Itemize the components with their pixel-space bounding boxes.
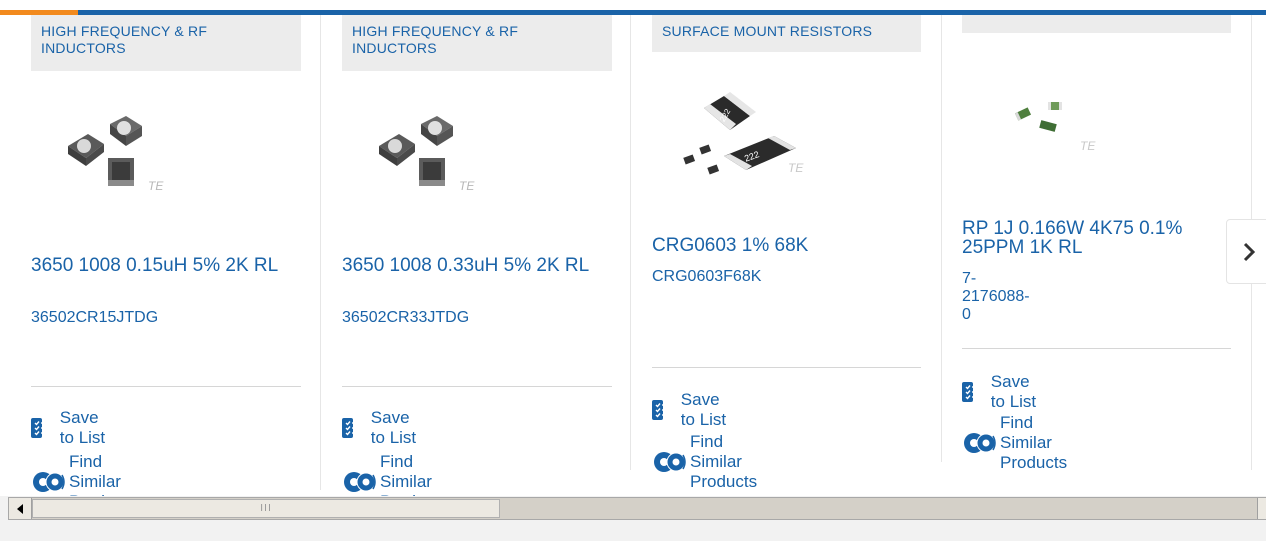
save-to-list-button[interactable]: Save to List <box>342 408 419 448</box>
find-similar-products-button[interactable]: Find Similar Products <box>342 452 447 496</box>
scroll-right-arrow-icon[interactable] <box>1257 498 1266 519</box>
find-similar-label: Find Similar Products <box>690 432 758 491</box>
save-to-list-button[interactable]: Save to List <box>652 390 729 430</box>
thin-film-resistor-product-photo[interactable]: TE <box>1010 96 1130 156</box>
card-separator <box>962 348 1231 349</box>
find-similar-label: Find Similar Products <box>69 452 136 496</box>
save-to-list-label: Save to List <box>990 372 1037 411</box>
gears-icon <box>652 448 686 476</box>
list-icon <box>342 418 358 438</box>
inductor-product-photo[interactable]: TE <box>60 110 200 200</box>
card-separator <box>342 386 612 387</box>
svg-text:TE: TE <box>148 179 164 193</box>
list-icon <box>962 382 978 402</box>
carousel-viewport: HIGH FREQUENCY & RF INDUCTORS TE 3650 10… <box>0 0 1266 496</box>
category-label[interactable] <box>962 15 1231 33</box>
resistor-product-photo[interactable]: 222 222 TE <box>668 86 818 186</box>
category-label[interactable]: HIGH FREQUENCY & RF INDUCTORS <box>342 15 612 71</box>
horizontal-scrollbar[interactable]: III <box>8 497 1266 520</box>
part-number[interactable]: CRG0603F68K <box>652 268 761 286</box>
product-title[interactable]: 3650 1008 0.33uH 5% 2K RL <box>342 256 612 275</box>
carousel-next-button[interactable] <box>1226 219 1266 284</box>
svg-text:TE: TE <box>788 161 804 175</box>
product-title[interactable]: CRG0603 1% 68K <box>652 236 921 255</box>
list-icon <box>31 418 47 438</box>
scrollbar-grip: III <box>260 503 272 514</box>
find-similar-products-button[interactable]: Find Similar Products <box>31 452 136 496</box>
save-to-list-label: Save to List <box>370 408 417 447</box>
scroll-left-arrow-icon[interactable] <box>9 498 32 519</box>
gears-icon <box>31 468 65 496</box>
find-similar-label: Find Similar Products <box>380 452 447 496</box>
find-similar-label: Find Similar Products <box>1000 413 1068 472</box>
svg-text:TE: TE <box>1080 139 1096 153</box>
part-number[interactable]: 36502CR15JTDG <box>31 309 158 327</box>
find-similar-products-button[interactable]: Find Similar Products <box>962 413 1067 473</box>
inductor-product-photo[interactable]: TE <box>371 110 511 200</box>
card-divider <box>320 15 321 490</box>
save-to-list-button[interactable]: Save to List <box>31 408 108 448</box>
card-separator <box>652 367 921 368</box>
gears-icon <box>342 468 376 496</box>
scrollbar-thumb[interactable]: III <box>32 499 500 518</box>
save-to-list-button[interactable]: Save to List <box>962 372 1039 412</box>
gears-icon <box>962 429 996 457</box>
part-number[interactable]: 7-2176088-0 <box>962 270 1030 324</box>
card-divider <box>630 15 631 470</box>
product-title[interactable]: 3650 1008 0.15uH 5% 2K RL <box>31 256 301 275</box>
chevron-right-icon <box>1243 242 1256 261</box>
svg-text:TE: TE <box>459 179 475 193</box>
list-icon <box>652 400 668 420</box>
card-divider <box>941 15 942 462</box>
category-label[interactable]: SURFACE MOUNT RESISTORS <box>652 15 921 52</box>
card-separator <box>31 386 301 387</box>
save-to-list-label: Save to List <box>680 390 727 429</box>
save-to-list-label: Save to List <box>59 408 106 447</box>
find-similar-products-button[interactable]: Find Similar Products <box>652 432 757 492</box>
category-label[interactable]: HIGH FREQUENCY & RF INDUCTORS <box>31 15 301 71</box>
part-number[interactable]: 36502CR33JTDG <box>342 309 469 327</box>
product-title[interactable]: RP 1J 0.166W 4K75 0.1% 25PPM 1K RL <box>962 219 1222 257</box>
